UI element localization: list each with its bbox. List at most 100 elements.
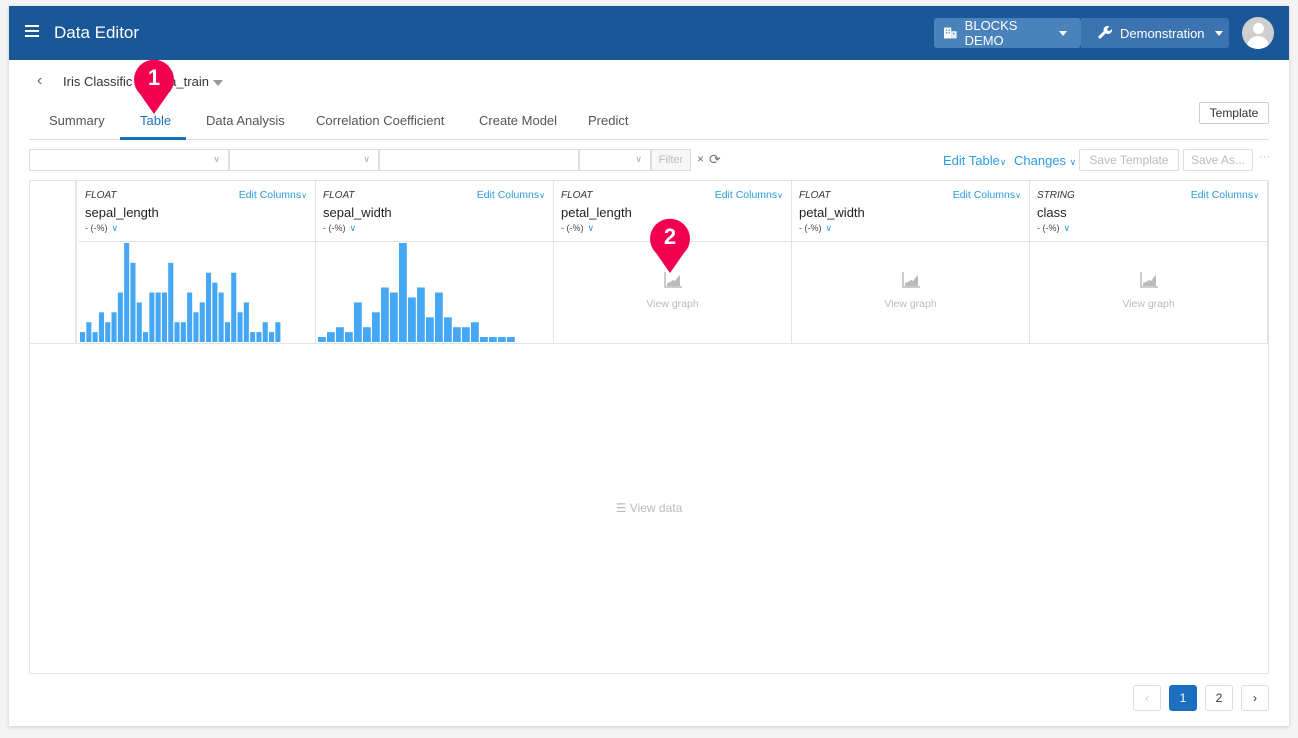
- missing-stat: - (-%): [561, 223, 584, 233]
- column-select[interactable]: ∨: [29, 149, 229, 171]
- histogram-bar: [161, 292, 167, 342]
- column-type: FLOAT: [85, 190, 117, 201]
- page-2-button[interactable]: 2: [1205, 685, 1233, 711]
- edit-columns-label: Edit Columns: [238, 189, 302, 201]
- edit-columns-label: Edit Columns: [952, 189, 1016, 201]
- view-data-button[interactable]: ☰ View data: [30, 501, 1268, 515]
- edit-table-menu[interactable]: Edit Table∨: [943, 153, 1006, 168]
- condition-select[interactable]: ∨: [579, 149, 651, 171]
- missing-stat: - (-%): [323, 223, 346, 233]
- edit-columns-label: Edit Columns: [1190, 189, 1254, 201]
- view-graph-button[interactable]: View graph: [1030, 272, 1267, 312]
- tab-create-model[interactable]: Create Model: [479, 113, 557, 128]
- edit-columns-menu[interactable]: Edit Columns∨: [239, 189, 307, 201]
- chevron-down-icon: ∨: [363, 154, 370, 164]
- column-stat[interactable]: - (-%) ∨: [799, 223, 832, 234]
- column-type: FLOAT: [323, 190, 355, 201]
- template-button[interactable]: Template: [1199, 102, 1269, 124]
- column-name: petal_length: [561, 205, 632, 220]
- column-header: FLOAT Edit Columns∨ sepal_width - (-%) ∨: [316, 181, 553, 242]
- column-class: STRING Edit Columns∨ class - (-%) ∨ View …: [1030, 181, 1268, 343]
- column-stat[interactable]: - (-%) ∨: [1037, 223, 1070, 234]
- next-page-button[interactable]: ›: [1241, 685, 1269, 711]
- histogram-bar: [435, 292, 443, 342]
- histogram-bar: [187, 292, 193, 342]
- histogram-bar: [498, 337, 506, 342]
- clear-filter-icon[interactable]: ×: [697, 152, 704, 166]
- chevron-down-icon: ∨: [213, 154, 220, 164]
- column-type: FLOAT: [799, 190, 831, 201]
- histogram-bar: [462, 327, 470, 342]
- view-graph-button[interactable]: View graph: [792, 272, 1029, 312]
- histogram-bar: [256, 332, 262, 342]
- histogram-bar: [199, 302, 205, 342]
- histogram-sepal_width: [318, 243, 515, 342]
- histogram-bar: [399, 243, 407, 342]
- histogram-bar: [155, 292, 161, 342]
- changes-label: Changes: [1014, 153, 1067, 168]
- missing-stat: - (-%): [85, 223, 108, 233]
- value-input[interactable]: [379, 149, 579, 171]
- changes-menu[interactable]: Changes ∨: [1014, 153, 1076, 168]
- histogram-bar: [372, 312, 380, 342]
- column-stat[interactable]: - (-%) ∨: [323, 223, 356, 234]
- view-data-label: View data: [629, 501, 683, 515]
- histogram-bar: [98, 312, 104, 342]
- edit-columns-menu[interactable]: Edit Columns∨: [715, 189, 783, 201]
- more-options-icon[interactable]: ···: [1259, 151, 1270, 163]
- histogram-bar: [80, 332, 86, 342]
- histogram-bar: [336, 327, 344, 342]
- page-1-button[interactable]: 1: [1169, 685, 1197, 711]
- histogram-bar: [180, 322, 186, 342]
- wrench-icon: [1098, 26, 1113, 39]
- column-name: class: [1037, 205, 1067, 220]
- operator-select[interactable]: ∨: [229, 149, 379, 171]
- chevron-down-icon: ∨: [777, 191, 783, 200]
- view-graph-label: View graph: [884, 298, 937, 310]
- dataset-name: Iris Classific: [63, 74, 133, 89]
- chevron-left-icon[interactable]: ‹: [37, 72, 42, 90]
- histogram-bar: [124, 243, 130, 342]
- hamburger-icon[interactable]: [25, 25, 39, 37]
- histogram-bar: [92, 332, 98, 342]
- edit-columns-menu[interactable]: Edit Columns∨: [953, 189, 1021, 201]
- histogram-bar: [275, 322, 281, 342]
- view-graph-button[interactable]: View graph: [554, 272, 791, 312]
- column-stat[interactable]: - (-%) ∨: [561, 223, 594, 234]
- edit-table-label: Edit Table: [943, 153, 1000, 168]
- caret-down-icon: [212, 79, 223, 86]
- edit-columns-menu[interactable]: Edit Columns∨: [1191, 189, 1259, 201]
- histogram-bar: [193, 312, 199, 342]
- column-type: STRING: [1037, 190, 1075, 201]
- tab-data-analysis[interactable]: Data Analysis: [206, 113, 285, 128]
- tab-predict[interactable]: Predict: [588, 113, 628, 128]
- view-graph-label: View graph: [1122, 298, 1175, 310]
- tab-correlation-coefficient[interactable]: Correlation Coefficient: [316, 113, 444, 128]
- project-selector[interactable]: Demonstration: [1081, 18, 1229, 48]
- filter-button[interactable]: Filter: [651, 149, 691, 171]
- histogram-bar: [453, 327, 461, 342]
- area-chart-icon: [1139, 272, 1158, 288]
- chevron-down-icon: ∨: [1253, 191, 1259, 200]
- save-as-button[interactable]: Save As...: [1183, 149, 1253, 171]
- chevron-down-icon: ∨: [1063, 223, 1071, 233]
- edit-columns-menu[interactable]: Edit Columns∨: [477, 189, 545, 201]
- user-avatar-icon[interactable]: [1242, 17, 1274, 49]
- save-template-button[interactable]: Save Template: [1079, 149, 1179, 171]
- chevron-down-icon: ∨: [111, 223, 119, 233]
- histogram-bar: [363, 327, 371, 342]
- column-stat[interactable]: - (-%) ∨: [85, 223, 118, 234]
- chevron-down-icon: ∨: [635, 154, 642, 164]
- app-title: Data Editor: [54, 23, 140, 42]
- active-tab-indicator: [120, 137, 186, 140]
- column-header: STRING Edit Columns∨ class - (-%) ∨: [1030, 181, 1267, 242]
- column-header: FLOAT Edit Columns∨ sepal_length - (-%) ∨: [78, 181, 315, 242]
- org-selector[interactable]: BLOCKS DEMO: [934, 18, 1079, 48]
- histogram-bar: [111, 312, 117, 342]
- tab-summary[interactable]: Summary: [49, 113, 105, 128]
- refresh-icon[interactable]: ⟳: [709, 151, 721, 168]
- histogram-bar: [212, 282, 218, 342]
- histogram-bar: [390, 292, 398, 342]
- tab-table[interactable]: Table: [140, 113, 171, 128]
- prev-page-button[interactable]: ‹: [1133, 685, 1161, 711]
